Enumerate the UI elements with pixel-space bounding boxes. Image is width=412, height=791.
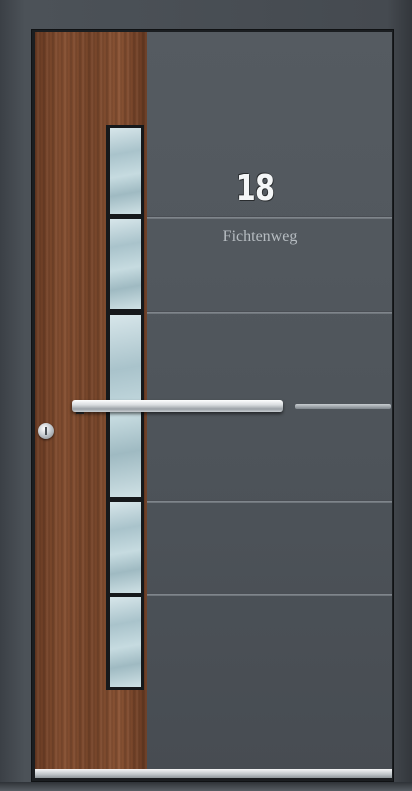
house-number: 18: [235, 168, 275, 209]
glass-pane: [110, 502, 141, 593]
glass-pane: [110, 128, 141, 214]
door-handle-bar[interactable]: [72, 400, 283, 412]
decorative-groove: [147, 216, 392, 219]
glass-pane: [110, 597, 141, 687]
decorative-groove: [147, 500, 392, 503]
decorative-groove: [147, 593, 392, 596]
kick-plate: [35, 769, 392, 778]
door-sill: [0, 782, 412, 791]
street-name: Fichtenweg: [222, 228, 298, 245]
keyhole-icon: [45, 427, 47, 435]
glass-pane: [110, 219, 141, 309]
decorative-groove: [147, 311, 392, 314]
recessed-grip: [295, 404, 391, 409]
